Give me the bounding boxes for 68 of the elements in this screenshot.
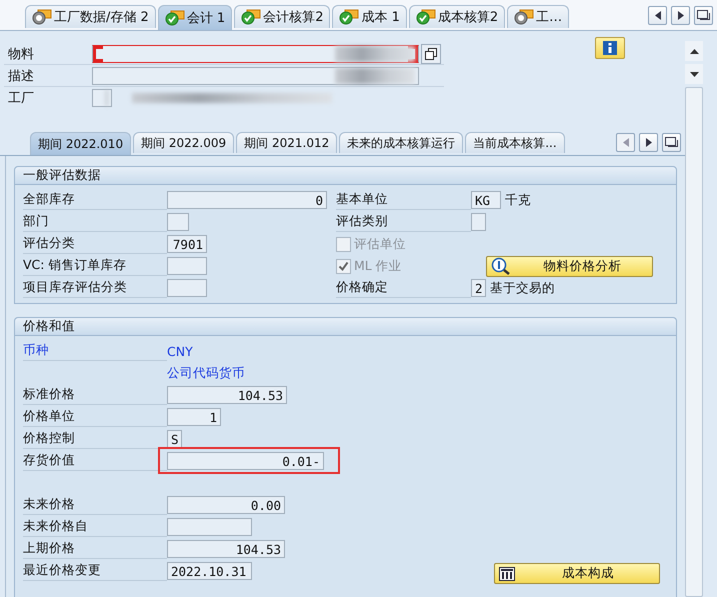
input-field[interactable]: 1 — [167, 408, 221, 426]
input-field[interactable] — [167, 213, 189, 231]
input-field[interactable]: KG — [471, 191, 501, 209]
input-field[interactable]: 104.53 — [167, 540, 285, 558]
down-triangle-icon[interactable] — [690, 72, 698, 76]
windows-icon — [697, 10, 710, 21]
tab[interactable]: 当前成本核算... — [465, 132, 565, 153]
check-status-icon — [164, 10, 185, 26]
tab[interactable]: 成本核算2 — [408, 5, 506, 28]
input-field[interactable] — [167, 279, 207, 297]
tab[interactable]: 工厂数据/存储 2 — [25, 5, 156, 28]
table-icon — [499, 566, 515, 580]
input-field[interactable]: 2 — [471, 279, 486, 297]
scroll-right-button[interactable] — [671, 6, 690, 25]
input-field[interactable]: 0.01- — [167, 452, 324, 470]
tab-list-button[interactable] — [662, 133, 681, 152]
input-field[interactable]: 0.00 — [167, 496, 285, 514]
info-button[interactable] — [595, 37, 625, 59]
input-field[interactable] — [167, 257, 207, 275]
right-triangle-icon — [678, 11, 684, 20]
checkbox-label: 评估单位 — [354, 236, 406, 252]
tab[interactable]: 会计核算2 — [234, 5, 330, 28]
tab[interactable]: 工… — [507, 5, 570, 28]
check-status-icon — [241, 9, 262, 25]
tab[interactable]: 期间 2021.012 — [236, 132, 338, 153]
tab[interactable]: 期间 2022.009 — [133, 132, 234, 153]
currency-text: 公司代码货币 — [167, 364, 245, 382]
copy-icon[interactable] — [421, 44, 441, 64]
field-label: 描述 — [7, 68, 35, 84]
group-title: 价格和值 — [15, 318, 676, 336]
check-status-icon — [339, 9, 360, 25]
cost-structure-button[interactable]: 成本构成 — [494, 563, 660, 584]
input-field[interactable] — [471, 213, 486, 231]
tab[interactable]: 成本 1 — [332, 5, 407, 28]
tab[interactable]: 期间 2022.010 — [30, 132, 132, 155]
field-label: 币种 — [23, 341, 167, 361]
tab[interactable]: 未来的成本核算运行 — [339, 132, 464, 153]
status-circle-icon — [514, 9, 534, 25]
check-status-icon — [416, 9, 436, 25]
left-triangle-icon — [622, 138, 628, 147]
group-title: 一般评估数据 — [15, 167, 676, 185]
windows-icon — [665, 137, 678, 148]
checkbox-label: ML 作业 — [354, 258, 402, 274]
input-field[interactable] — [92, 66, 419, 84]
field-label: 物料 — [7, 46, 35, 62]
input-field[interactable] — [167, 518, 252, 536]
left-triangle-icon — [654, 11, 660, 20]
input-field[interactable]: 0 — [167, 191, 327, 209]
right-triangle-icon — [646, 138, 652, 147]
input-field[interactable] — [92, 88, 112, 106]
status-circle-icon — [32, 9, 52, 25]
vertical-scrollbar[interactable] — [685, 41, 703, 597]
input-field[interactable] — [92, 44, 419, 62]
field-description: 基于交易的 — [490, 280, 555, 296]
input-field[interactable]: 7901 — [167, 235, 207, 253]
scroll-left-button[interactable] — [648, 6, 667, 25]
field-label: 工厂 — [7, 90, 35, 106]
input-field[interactable]: 104.53 — [167, 386, 287, 404]
up-triangle-icon[interactable] — [690, 48, 698, 54]
input-field[interactable]: S — [167, 430, 182, 448]
scroll-right-button[interactable] — [639, 133, 658, 152]
input-field[interactable]: 2022.10.31 — [167, 562, 252, 580]
tab-list-button[interactable] — [694, 6, 713, 25]
price-analysis-button[interactable]: 物料价格分析 — [486, 256, 653, 276]
info-icon — [603, 41, 617, 55]
field-description: 千克 — [505, 192, 531, 208]
currency-text: CNY — [167, 344, 193, 358]
tab[interactable]: 会计 1 — [158, 5, 232, 30]
